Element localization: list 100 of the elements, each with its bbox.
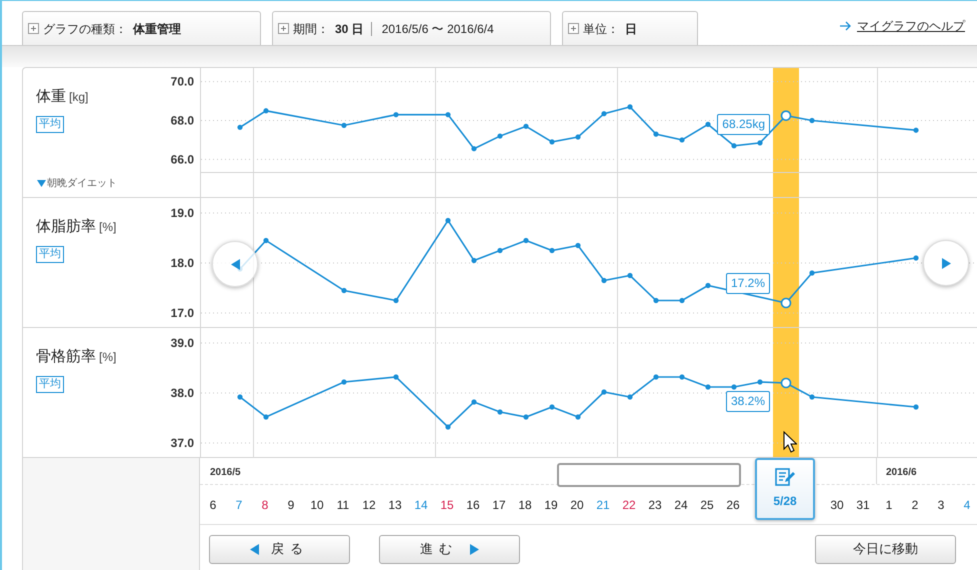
day-label[interactable]: 17 (486, 496, 512, 514)
day-label[interactable]: 20 (564, 496, 590, 514)
data-point (601, 111, 607, 116)
today-button[interactable]: 今日に移動 (815, 534, 956, 564)
date-range: 2016/5/6 〜 2016/6/4 (370, 22, 494, 36)
axis-tick-label: 70.0 (170, 74, 194, 89)
day-label[interactable]: 4 (954, 496, 977, 514)
day-label[interactable]: 21 (590, 496, 616, 514)
data-point (679, 137, 685, 143)
forward-button[interactable]: 進む (379, 534, 520, 564)
day-label[interactable]: 3 (928, 496, 954, 514)
arrow-right-icon (840, 21, 851, 31)
left-triangle-icon (230, 258, 240, 270)
day-label[interactable]: 26 (720, 496, 746, 514)
next-button[interactable] (923, 240, 969, 286)
day-label[interactable]: 19 (538, 496, 564, 514)
data-point (653, 132, 659, 137)
data-point (263, 108, 269, 114)
data-point (627, 394, 633, 400)
setting-tab[interactable]: 期間： 30 日 2016/5/6 〜 2016/6/4 (272, 11, 551, 45)
setting-tab[interactable]: 単位： 日 (562, 11, 698, 45)
day-label[interactable]: 22 (616, 496, 642, 514)
note-edit-icon (775, 468, 795, 486)
day-label[interactable]: 16 (460, 496, 486, 514)
day-label[interactable]: 10 (304, 496, 330, 514)
day-label[interactable]: 25 (694, 496, 720, 514)
day-label[interactable]: 7 (226, 496, 252, 514)
average-badge[interactable]: 平均 (36, 116, 64, 132)
back-button[interactable]: 戻る (209, 534, 350, 564)
data-point (731, 143, 737, 148)
dropdown-icon (37, 180, 46, 187)
day-label[interactable]: 11 (330, 496, 356, 514)
day-label[interactable]: 12 (356, 496, 382, 514)
metric-unit: [%] (99, 219, 116, 236)
help-link[interactable]: マイグラフのヘルプ (857, 17, 965, 35)
data-point (731, 384, 737, 390)
data-point (679, 374, 685, 380)
data-point (263, 414, 269, 420)
data-point (575, 414, 581, 420)
selected-point (780, 298, 792, 308)
diet-plan-link[interactable]: 朝晩ダイエット (47, 176, 117, 191)
previous-button[interactable] (212, 241, 258, 287)
data-point (445, 112, 451, 118)
axis-tick-label: 38.0 (170, 386, 194, 400)
tab-value: 日 (625, 20, 637, 38)
day-label[interactable]: 13 (382, 496, 408, 514)
tab-label: 期間： (293, 20, 329, 38)
data-point (575, 134, 581, 140)
data-point (653, 298, 659, 304)
data-point (471, 146, 477, 152)
data-point (809, 394, 815, 400)
tab-label: グラフの種類： (43, 20, 127, 38)
data-point (705, 122, 711, 127)
data-point (237, 394, 243, 400)
plus-icon (568, 23, 579, 34)
right-triangle-icon (470, 544, 479, 554)
day-label[interactable]: 18 (512, 496, 538, 514)
data-point (809, 270, 815, 276)
data-point (341, 288, 347, 294)
day-label[interactable]: 8 (252, 496, 278, 514)
data-point (341, 122, 347, 128)
data-point (523, 238, 529, 244)
average-badge[interactable]: 平均 (36, 246, 64, 262)
data-point (601, 389, 607, 395)
data-point (445, 218, 451, 224)
data-point (679, 298, 685, 304)
data-point (705, 384, 711, 390)
data-point (549, 404, 555, 410)
data-point (549, 139, 555, 144)
setting-tab[interactable]: グラフの種類： 体重管理 (22, 11, 261, 45)
day-label[interactable]: 1 (876, 496, 902, 514)
data-point (757, 140, 763, 146)
average-badge[interactable]: 平均 (36, 376, 64, 392)
day-label[interactable]: 24 (668, 496, 694, 514)
data-point (575, 242, 581, 248)
value-tooltip: 68.25kg (717, 114, 770, 135)
plus-icon (278, 23, 289, 34)
tab-value: 体重管理 (133, 20, 181, 38)
data-point (393, 298, 399, 304)
day-label[interactable]: 14 (408, 496, 434, 514)
day-label[interactable]: 6 (200, 496, 226, 514)
data-point (627, 272, 633, 278)
data-point (913, 404, 919, 410)
right-triangle-icon (942, 258, 950, 268)
metric-unit: [%] (99, 349, 116, 366)
day-label[interactable]: 15 (434, 496, 460, 514)
mouse-pointer-icon (783, 431, 797, 453)
day-label[interactable]: 23 (642, 496, 668, 514)
data-point (913, 255, 919, 261)
data-point (705, 282, 711, 288)
plus-icon (28, 23, 39, 34)
value-tooltip: 38.2% (726, 391, 770, 412)
data-point (523, 124, 529, 129)
day-label[interactable]: 30 (824, 496, 850, 514)
day-label[interactable]: 31 (850, 496, 876, 514)
day-label[interactable]: 2 (902, 496, 928, 514)
data-point (341, 379, 347, 385)
day-label[interactable]: 9 (278, 496, 304, 514)
data-point (757, 379, 763, 385)
month-label: 2016/6 (886, 466, 917, 480)
